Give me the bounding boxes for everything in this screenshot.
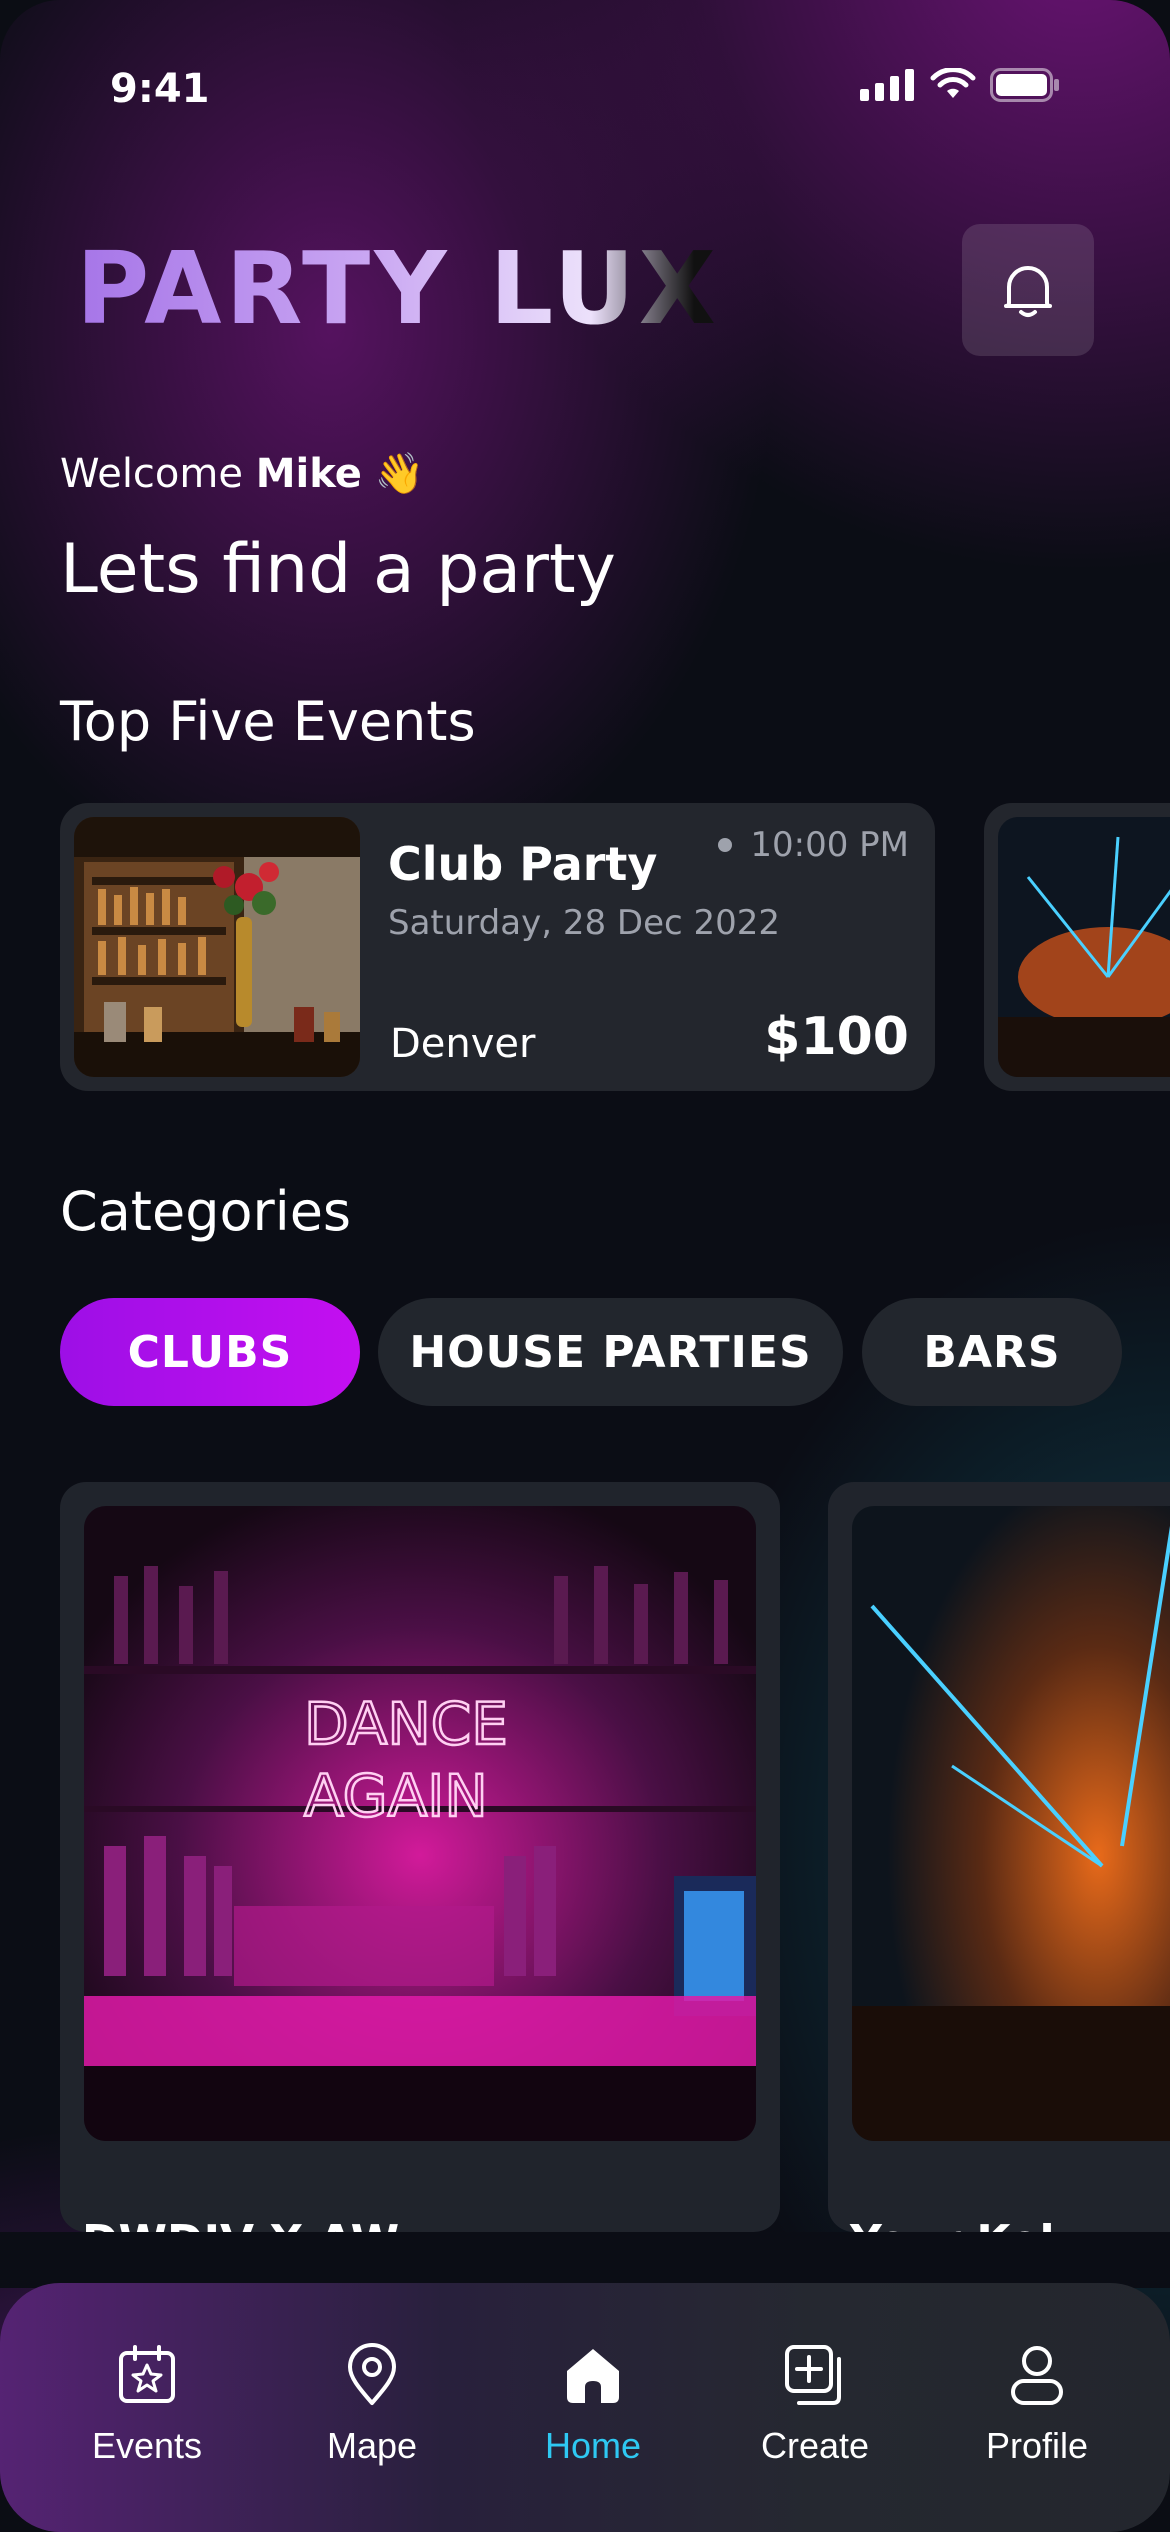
bottom-nav: Events Mape Home Create Profile xyxy=(0,2283,1170,2532)
event-image xyxy=(74,817,360,1077)
nav-label-create: Create xyxy=(760,2425,870,2466)
status-icons xyxy=(860,68,1060,102)
home-icon xyxy=(567,2349,619,2403)
category-card-title: DWDJV X AW xyxy=(82,2216,399,2232)
wave-emoji: 👋 xyxy=(374,451,425,497)
event-city: Denver xyxy=(390,1021,536,1067)
battery-icon xyxy=(990,68,1059,102)
signal-icon xyxy=(860,69,914,101)
nav-label-map: Mape xyxy=(326,2425,418,2466)
user-name: Mike xyxy=(255,451,362,497)
notifications-button[interactable] xyxy=(962,224,1094,356)
page-headline: Lets find a party xyxy=(60,530,616,609)
category-image-next xyxy=(852,1506,1170,2141)
map-pin-icon xyxy=(348,2343,396,2405)
event-price: $100 xyxy=(764,1007,909,1067)
nav-label-profile: Profile xyxy=(985,2425,1089,2466)
category-image: DANCE AGAIN xyxy=(84,1506,756,2141)
category-card-title-next: Your Kel xyxy=(850,2216,1055,2232)
nav-item-profile[interactable]: Profile xyxy=(957,2343,1117,2467)
calendar-star-icon xyxy=(119,2345,175,2403)
nav-item-events[interactable]: Events xyxy=(67,2343,227,2467)
time-dot-icon xyxy=(718,838,732,852)
neon-line-2: AGAIN xyxy=(304,1762,488,1830)
chip-bars[interactable]: BARS xyxy=(862,1298,1122,1406)
welcome-prefix: Welcome xyxy=(60,451,256,497)
status-time: 9:41 xyxy=(110,66,210,112)
categories-title: Categories xyxy=(60,1180,352,1243)
chip-clubs[interactable]: CLUBS xyxy=(60,1298,360,1406)
add-square-icon xyxy=(785,2345,841,2405)
status-bar: 9:41 xyxy=(0,60,1170,120)
category-card[interactable]: DANCE AGAIN DWDJV X AW xyxy=(60,1482,780,2232)
nav-label-home: Home xyxy=(544,2425,642,2466)
profile-icon xyxy=(1011,2346,1063,2405)
wifi-icon xyxy=(930,68,976,98)
event-image-next xyxy=(998,817,1170,1077)
nav-item-map[interactable]: Mape xyxy=(292,2343,452,2467)
event-card[interactable]: Club Party Saturday, 28 Dec 2022 10:00 P… xyxy=(60,803,935,1091)
category-card-next[interactable]: Your Kel xyxy=(828,1482,1170,2232)
nav-item-home[interactable]: Home xyxy=(513,2343,673,2467)
event-name: Club Party xyxy=(388,837,658,891)
top-events-title: Top Five Events xyxy=(60,690,476,753)
chip-house-parties[interactable]: HOUSE PARTIES xyxy=(378,1298,843,1406)
event-card-next[interactable] xyxy=(984,803,1170,1091)
nav-label-events: Events xyxy=(91,2425,203,2466)
scroll-mask xyxy=(0,2232,1170,2288)
welcome-text: Welcome Mike 👋 xyxy=(60,450,424,497)
neon-line-1: DANCE xyxy=(304,1690,508,1758)
event-time: 10:00 PM xyxy=(750,825,909,865)
bell-icon xyxy=(1004,266,1052,317)
nav-item-create[interactable]: Create xyxy=(735,2343,895,2467)
event-date: Saturday, 28 Dec 2022 xyxy=(388,903,781,943)
app-screen: 9:41 PARTY LUX Welcome Mike 👋 Lets find … xyxy=(0,0,1170,2532)
app-logo: PARTY LUX xyxy=(76,230,720,347)
